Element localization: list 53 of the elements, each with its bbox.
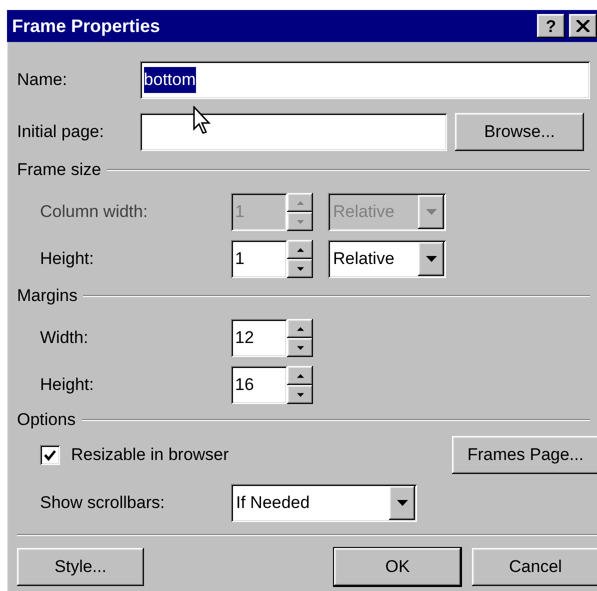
close-button[interactable]: [569, 14, 597, 38]
up-arrow-icon: [296, 200, 304, 204]
resizable-checkbox[interactable]: [40, 445, 60, 465]
spin-up-button[interactable]: [287, 193, 313, 212]
spin-up-button[interactable]: [287, 366, 313, 385]
down-arrow-icon: [296, 392, 304, 396]
caret-icon: [426, 209, 436, 215]
number-field[interactable]: 16: [231, 366, 287, 404]
checkbox-label: Resizable in browser: [71, 444, 230, 466]
caret-icon: [396, 500, 408, 506]
dropdown[interactable]: If Needed: [231, 484, 417, 522]
mouse-pointer-icon: [193, 106, 213, 136]
spin-down-button[interactable]: [287, 259, 313, 278]
checkmark-icon: [44, 450, 56, 460]
initial-page-label: Initial page:: [17, 121, 105, 144]
dropdown-arrow-button[interactable]: [389, 486, 415, 520]
up-arrow-icon: [296, 374, 304, 378]
spin-up-button[interactable]: [287, 319, 313, 338]
help-button[interactable]: ?: [537, 14, 565, 38]
field-label: Column width:: [40, 201, 149, 224]
window-title: Frame Properties: [12, 14, 162, 38]
caret-icon: [426, 256, 436, 262]
field-label: Height:: [40, 248, 95, 270]
initial-page-field[interactable]: [140, 113, 447, 151]
number-field[interactable]: 1: [231, 240, 287, 278]
down-arrow-icon: [296, 266, 304, 270]
spin-down-button[interactable]: [287, 338, 313, 357]
field-label: Width:: [40, 327, 90, 350]
dropdown-arrow-button[interactable]: [418, 242, 444, 276]
up-arrow-icon: [296, 248, 304, 252]
scrollbars-label: Show scrollbars:: [40, 492, 166, 514]
down-arrow-icon: [296, 346, 304, 350]
down-arrow-icon: [296, 220, 304, 224]
dialog-button[interactable]: Cancel: [472, 548, 597, 586]
section-title: Frame size: [17, 159, 102, 182]
section-title: Options: [17, 409, 76, 432]
close-icon: [576, 20, 590, 32]
number-field[interactable]: 12: [231, 319, 287, 357]
name-label: Name:: [17, 69, 68, 92]
up-arrow-icon: [296, 326, 304, 330]
dropdown-arrow-button[interactable]: [418, 195, 444, 229]
section-title: Margins: [17, 285, 78, 308]
dialog-button[interactable]: OK: [334, 548, 461, 586]
spin-up-button[interactable]: [287, 240, 313, 259]
frames-page-button[interactable]: Frames Page...: [452, 436, 597, 474]
dropdown[interactable]: Relative: [328, 240, 446, 278]
field-value: bottom: [144, 67, 196, 93]
spin-down-button[interactable]: [287, 385, 313, 404]
field-label: Height:: [40, 374, 95, 396]
dialog-button[interactable]: Style...: [17, 548, 144, 586]
browse-button[interactable]: Browse...: [455, 113, 584, 151]
name-field[interactable]: bottom: [140, 61, 590, 99]
spin-down-button[interactable]: [287, 212, 313, 231]
